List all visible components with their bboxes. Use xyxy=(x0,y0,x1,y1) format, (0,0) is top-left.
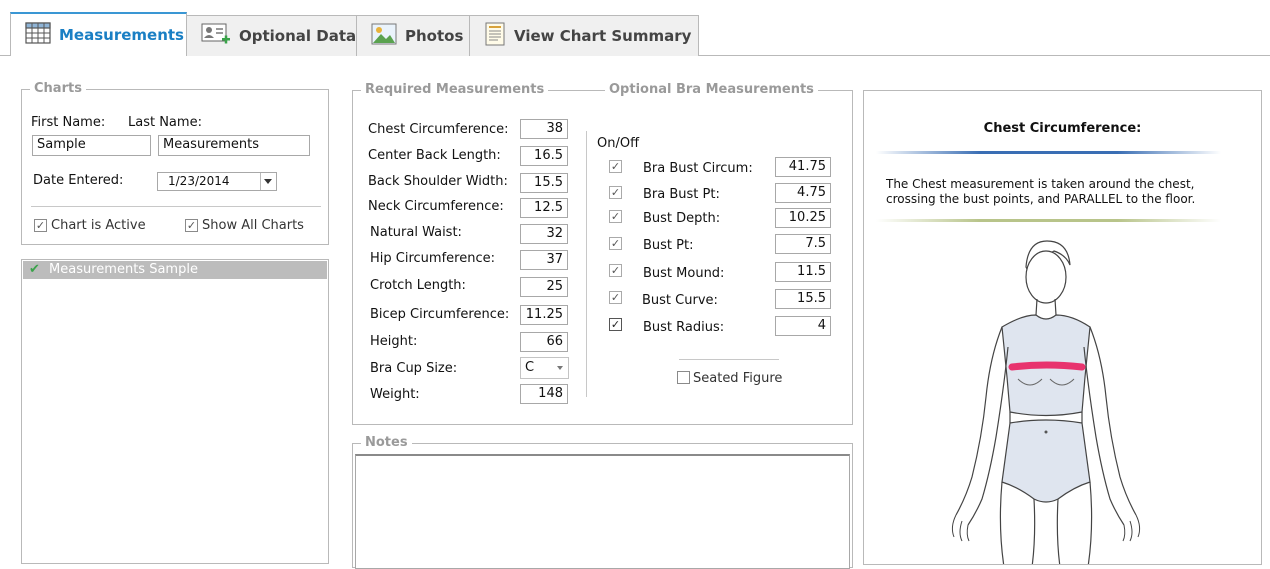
bust-pt-checkbox[interactable]: ✓ xyxy=(609,237,622,250)
neck-circumference-field[interactable]: 12.5 xyxy=(520,198,568,218)
seated-figure-checkbox[interactable] xyxy=(677,371,690,384)
height-label: Height: xyxy=(370,334,418,349)
last-name-field[interactable]: Measurements xyxy=(158,135,310,156)
tab-photos[interactable]: Photos xyxy=(356,15,470,56)
bra-cup-size-label: Bra Cup Size: xyxy=(370,361,458,376)
help-title-rule xyxy=(876,151,1221,154)
chest-circumference-field[interactable]: 38 xyxy=(520,119,568,139)
hip-circumference-label: Hip Circumference: xyxy=(370,251,495,266)
chart-active-label: Chart is Active xyxy=(51,218,146,233)
seated-figure-label: Seated Figure xyxy=(693,371,783,386)
bust-depth-field[interactable]: 10.25 xyxy=(775,208,831,228)
tab-view-chart-summary-label: View Chart Summary xyxy=(514,27,692,45)
neck-circumference-label: Neck Circumference: xyxy=(368,199,504,214)
bra-bust-pt-checkbox[interactable]: ✓ xyxy=(609,186,622,199)
date-entered-picker[interactable]: 1/23/2014 xyxy=(157,172,277,191)
seated-divider xyxy=(679,359,779,360)
bra-cup-size-select[interactable]: C xyxy=(520,357,569,379)
natural-waist-label: Natural Waist: xyxy=(370,225,462,240)
document-icon xyxy=(484,22,506,50)
bust-curve-checkbox[interactable]: ✓ xyxy=(609,291,622,304)
bust-mound-checkbox[interactable]: ✓ xyxy=(609,264,622,277)
bust-curve-label: Bust Curve: xyxy=(642,293,718,308)
back-shoulder-width-field[interactable]: 15.5 xyxy=(520,173,568,193)
crotch-length-field[interactable]: 25 xyxy=(520,277,568,297)
natural-waist-field[interactable]: 32 xyxy=(520,224,568,244)
image-icon xyxy=(371,23,397,49)
bust-radius-field[interactable]: 4 xyxy=(775,316,831,336)
bust-mound-label: Bust Mound: xyxy=(643,266,725,281)
weight-field[interactable]: 148 xyxy=(520,384,568,404)
tab-optional-data[interactable]: Optional Data xyxy=(186,15,357,56)
notes-textarea[interactable] xyxy=(355,454,850,569)
weight-label: Weight: xyxy=(370,387,420,402)
charts-group: Charts First Name: Last Name: Sample Mea… xyxy=(21,81,329,245)
help-text-line-2: crossing the bust points, and PARALLEL t… xyxy=(886,192,1196,206)
tab-measurements-label: Measurements xyxy=(59,26,184,44)
notes-legend: Notes xyxy=(361,435,412,451)
help-title: Chest Circumference: xyxy=(983,121,1142,136)
back-shoulder-width-label: Back Shoulder Width: xyxy=(368,174,508,189)
hip-circumference-field[interactable]: 37 xyxy=(520,250,568,270)
bra-bust-circum-checkbox[interactable]: ✓ xyxy=(609,160,622,173)
column-divider xyxy=(586,131,587,397)
crotch-length-label: Crotch Length: xyxy=(370,278,466,293)
body-figure-illustration xyxy=(951,240,1141,564)
chevron-down-icon[interactable] xyxy=(260,173,276,190)
help-panel: Chest Circumference: The Chest measureme… xyxy=(863,90,1262,565)
check-icon: ✔ xyxy=(29,262,40,277)
list-item-label: Measurements Sample xyxy=(49,262,198,277)
bra-bust-pt-label: Bra Bust Pt: xyxy=(643,187,720,202)
bust-depth-label: Bust Depth: xyxy=(643,211,721,226)
bicep-circumference-label: Bicep Circumference: xyxy=(370,307,510,322)
chart-list: ✔ Measurements Sample xyxy=(21,259,329,564)
date-entered-value: 1/23/2014 xyxy=(168,174,230,188)
add-contact-icon xyxy=(201,22,231,50)
bra-bust-pt-field[interactable]: 4.75 xyxy=(775,183,831,203)
optional-legend: Optional Bra Measurements xyxy=(605,82,818,98)
measurements-group: Required Measurements Optional Bra Measu… xyxy=(352,82,853,425)
show-all-charts-label: Show All Charts xyxy=(202,218,304,233)
center-back-length-field[interactable]: 16.5 xyxy=(520,146,568,166)
height-field[interactable]: 66 xyxy=(520,332,568,352)
tab-photos-label: Photos xyxy=(405,27,464,45)
bust-radius-checkbox[interactable]: ✓ xyxy=(609,318,622,331)
grid-icon xyxy=(25,22,51,48)
help-text-line-1: The Chest measurement is taken around th… xyxy=(886,177,1195,191)
notes-group: Notes xyxy=(352,435,853,569)
chest-circumference-label: Chest Circumference: xyxy=(368,122,509,137)
bust-pt-field[interactable]: 7.5 xyxy=(775,234,831,254)
list-item[interactable]: ✔ Measurements Sample xyxy=(23,261,327,279)
date-entered-label: Date Entered: xyxy=(33,173,124,188)
help-text-rule xyxy=(876,219,1221,222)
charts-legend: Charts xyxy=(30,81,86,97)
bust-curve-field[interactable]: 15.5 xyxy=(775,289,831,309)
tab-bar: Measurements Optional Data Photos View C… xyxy=(0,0,1270,56)
bust-depth-checkbox[interactable]: ✓ xyxy=(609,210,622,223)
show-all-charts-checkbox[interactable]: ✓ xyxy=(185,219,198,232)
center-back-length-label: Center Back Length: xyxy=(368,148,501,163)
last-name-label: Last Name: xyxy=(128,115,202,130)
bra-cup-size-value: C xyxy=(525,360,535,375)
bust-mound-field[interactable]: 11.5 xyxy=(775,262,831,282)
tab-view-chart-summary[interactable]: View Chart Summary xyxy=(469,15,699,56)
bicep-circumference-field[interactable]: 11.25 xyxy=(520,305,568,325)
first-name-field[interactable]: Sample xyxy=(32,135,151,156)
chevron-down-icon xyxy=(557,366,563,370)
on-off-label: On/Off xyxy=(597,136,640,151)
required-legend: Required Measurements xyxy=(361,82,549,98)
chart-active-checkbox[interactable]: ✓ xyxy=(34,219,47,232)
first-name-label: First Name: xyxy=(31,115,106,130)
charts-divider xyxy=(31,206,321,207)
tab-measurements[interactable]: Measurements xyxy=(10,12,187,56)
bust-radius-label: Bust Radius: xyxy=(643,320,725,335)
tab-optional-data-label: Optional Data xyxy=(239,27,357,45)
bra-bust-circum-label: Bra Bust Circum: xyxy=(643,161,753,176)
bust-pt-label: Bust Pt: xyxy=(643,238,694,253)
bra-bust-circum-field[interactable]: 41.75 xyxy=(775,157,831,177)
